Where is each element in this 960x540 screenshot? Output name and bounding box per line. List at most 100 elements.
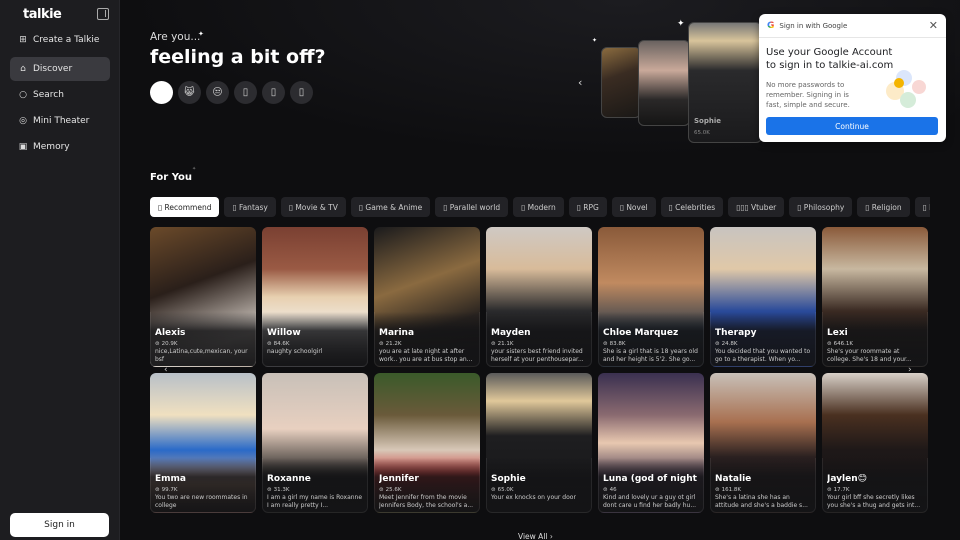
chat-count: 161.8K (721, 487, 741, 493)
sidebar-item-create-a-talkie[interactable]: ⊞ Create a Talkie (10, 28, 110, 52)
hero-subtitle: Are you... (150, 31, 201, 43)
sidebar-item-memory[interactable]: ▣ Memory (10, 135, 110, 159)
mood-selector: 😸 😒 ▯ ▯ ▯ (150, 81, 313, 104)
mood-button[interactable]: 😸 (178, 81, 201, 104)
featured-name: Sophie (694, 117, 721, 125)
character-description: She's your roommate at college. She's 18… (827, 348, 912, 363)
character-card[interactable]: Therapy ⊜ 24.8K You decided that you want… (710, 227, 816, 367)
mood-button[interactable] (150, 81, 173, 104)
chat-count: 65.0K (497, 487, 514, 493)
character-stat: ⊜ 24.8K (715, 341, 737, 347)
category-tab[interactable]: ▯ Movie & TV (280, 197, 346, 217)
sidebar: talkie ⊞ Create a Talkie ⌂ Discover ○ Search ◎… (0, 0, 120, 540)
character-card[interactable]: Roxanne ⊜ 31.3K I am a girl my name is Ro… (262, 373, 368, 513)
featured-stat: 65.0K (694, 130, 710, 136)
theater-icon: ◎ (19, 116, 27, 126)
sidebar-item-label: Discover (33, 64, 73, 74)
category-tab[interactable]: ▯ Politics (914, 197, 930, 217)
sparkle-icon: ✦ (192, 166, 197, 172)
chat-count-icon: ⊜ (155, 341, 160, 347)
character-description: You two are new roommates in college (155, 494, 248, 509)
app: talkie ⊞ Create a Talkie ⌂ Discover ○ Search ◎… (0, 0, 960, 540)
character-card[interactable]: Lexi ⊜ 646.1K She's your roommate at coll… (822, 227, 928, 367)
hero-card[interactable] (638, 40, 690, 126)
view-all-link[interactable]: View All › (518, 532, 553, 540)
character-card[interactable]: Jaylen😊 ⊜ 17.7K Your girl bff she secretl… (822, 373, 928, 513)
sidebar-nav: ⊞ Create a Talkie ⌂ Discover ○ Search ◎ Mini Th… (10, 28, 110, 161)
hero-title: feeling a bit off? (150, 46, 326, 68)
character-card[interactable]: Willow ⊜ 84.6K naughty schoolgirl (262, 227, 368, 367)
character-stat: ⊜ 161.8K (715, 487, 741, 493)
google-popup-header: G Sign in with Google (759, 14, 946, 38)
character-description: Meet Jennifer from the movie Jennifers B… (379, 494, 474, 509)
row-next-button[interactable]: › (908, 365, 912, 375)
chat-count-icon: ⊜ (827, 487, 832, 493)
carousel-prev-button[interactable]: ‹ (578, 76, 582, 89)
key-illustration-icon (874, 68, 934, 110)
character-name: Marina (379, 328, 415, 338)
character-grid: Alexis ⊜ 20.9K nice,Latina,cute,mexican, … (150, 227, 928, 513)
hero-card-featured[interactable]: Sophie 65.0K (688, 22, 762, 143)
category-tab[interactable]: ▯ Fantasy (224, 197, 276, 217)
chat-count: 17.7K (833, 487, 850, 493)
category-tab[interactable]: ▯ Modern (513, 197, 564, 217)
chat-count: 46 (609, 487, 617, 493)
character-card[interactable]: Mayden ⊜ 21.1K your sisters best friend i… (486, 227, 592, 367)
collapse-sidebar-icon[interactable] (97, 8, 109, 20)
character-card[interactable]: Sophie ⊜ 65.0K Your ex knocks on your doo… (486, 373, 592, 513)
mood-emoji-icon: ▯ (242, 87, 249, 98)
character-card[interactable]: Chloe Marquez ⊜ 83.8K She is a girl that … (598, 227, 704, 367)
character-card[interactable]: Alexis ⊜ 20.9K nice,Latina,cute,mexican, … (150, 227, 256, 367)
mood-button[interactable]: ▯ (290, 81, 313, 104)
character-description: you are at late night at after work.. yo… (379, 348, 473, 363)
chat-count-icon: ⊜ (379, 341, 384, 347)
sidebar-item-mini-theater[interactable]: ◎ Mini Theater (10, 109, 110, 133)
character-card[interactable]: Natalie ⊜ 161.8K She's a latina she has a… (710, 373, 816, 513)
mood-button[interactable]: ▯ (262, 81, 285, 104)
character-name: Sophie (491, 474, 526, 484)
chat-count-icon: ⊜ (603, 341, 608, 347)
character-card[interactable]: Jennifer ⊜ 25.6K Meet Jennifer from the m… (374, 373, 480, 513)
chat-count: 21.1K (497, 341, 514, 347)
character-description: Your ex knocks on your door (491, 494, 576, 501)
chat-count: 24.8K (721, 341, 738, 347)
mood-button[interactable]: 😒 (206, 81, 229, 104)
sidebar-item-discover[interactable]: ⌂ Discover (10, 57, 110, 81)
mood-button[interactable]: ▯ (234, 81, 257, 104)
google-popup-header-text: Sign in with Google (779, 21, 848, 30)
chat-count: 21.2K (385, 341, 402, 347)
close-icon[interactable]: ✕ (929, 19, 938, 32)
character-card[interactable]: Marina ⊜ 21.2K you are at late night at a… (374, 227, 480, 367)
home-icon: ⌂ (20, 64, 26, 74)
category-tab[interactable]: ▯▯▯ Vtuber (728, 197, 785, 217)
sparkle-icon: ✦ (592, 37, 598, 44)
chat-count: 84.6K (273, 341, 290, 347)
category-tab[interactable]: ▯ Philosophy (789, 197, 853, 217)
sidebar-item-search[interactable]: ○ Search (10, 83, 110, 107)
category-tab[interactable]: ▯ Game & Anime (350, 197, 431, 217)
category-tab[interactable]: ▯ Novel (611, 197, 656, 217)
character-card[interactable]: Emma ⊜ 99.7K You two are new roommates in… (150, 373, 256, 513)
row-prev-button[interactable]: ‹ (164, 365, 168, 375)
google-continue-button[interactable]: Continue (766, 117, 938, 135)
hero-card[interactable] (601, 47, 641, 118)
character-stat: ⊜ 25.6K (379, 487, 401, 493)
character-description: You decided that you wanted to go to a t… (715, 348, 811, 363)
category-tab[interactable]: ▯ Religion (857, 197, 910, 217)
category-tab[interactable]: ▯ RPG (568, 197, 607, 217)
category-tab[interactable]: ▯ Parallel world (435, 197, 509, 217)
character-stat: ⊜ 17.7K (827, 487, 849, 493)
character-card[interactable]: Luna (god of night ⊜ 46 Kind and lovely u… (598, 373, 704, 513)
character-stat: ⊜ 83.8K (603, 341, 625, 347)
chat-count-icon: ⊜ (267, 487, 272, 493)
sign-in-button[interactable]: Sign in (10, 513, 109, 537)
sidebar-item-label: Create a Talkie (33, 35, 100, 45)
category-tab[interactable]: ▯ Recommend (150, 197, 220, 217)
search-icon: ○ (19, 90, 27, 100)
character-stat: ⊜ 84.6K (267, 341, 289, 347)
character-name: Lexi (827, 328, 848, 338)
logo[interactable]: talkie (23, 7, 62, 22)
category-tab[interactable]: ▯ Celebrities (660, 197, 724, 217)
character-description: Your girl bff she secretly likes you she… (827, 494, 921, 509)
character-stat: ⊜ 46 (603, 487, 617, 493)
